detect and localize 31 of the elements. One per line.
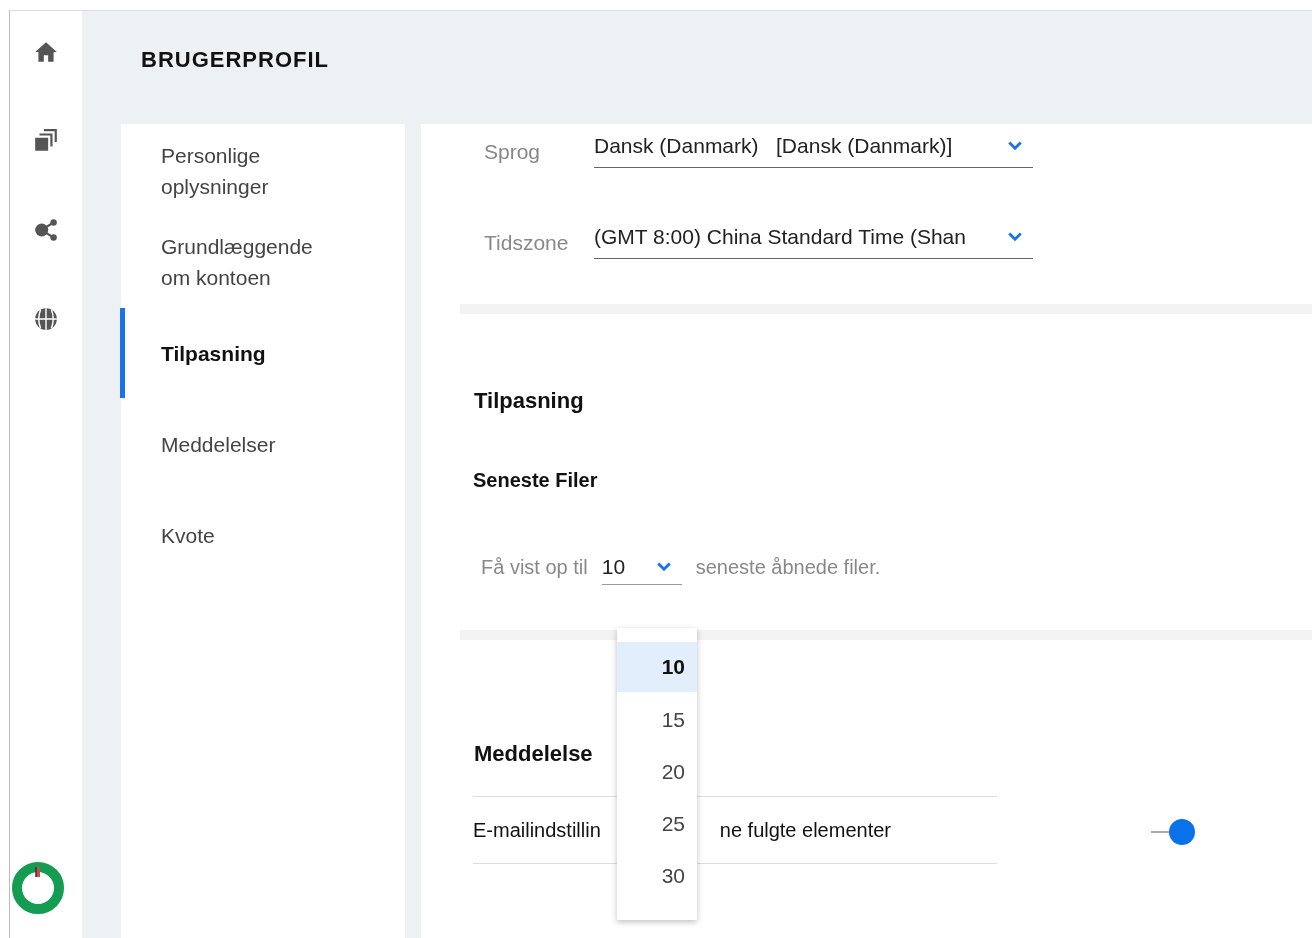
setting-label: ne fulgte elementer <box>719 818 891 842</box>
settings-nav-item[interactable]: Meddelelser <box>120 399 331 489</box>
dropdown-option[interactable]: 15 <box>617 694 697 746</box>
toggle-switch[interactable] <box>1151 819 1195 845</box>
dropdown-option[interactable]: 30 <box>617 850 697 902</box>
stacked-pages-icon[interactable] <box>33 128 59 154</box>
caret-icon <box>655 560 672 573</box>
setting-text: Få vist op til <box>481 555 588 579</box>
setting-text: seneste åbnede filer. <box>695 555 881 579</box>
dropdown-field[interactable]: Dansk (Danmark) [Dansk (Danmark)] <box>594 124 1033 168</box>
settings-nav-item[interactable]: Tilpasning <box>120 308 331 398</box>
globe-icon[interactable] <box>33 306 59 332</box>
dropdown-option[interactable]: 25 <box>617 798 697 850</box>
settings-nav-item[interactable]: Kvote <box>120 490 331 580</box>
quota-donut-icon[interactable] <box>11 861 65 915</box>
dropdown-option[interactable]: 20 <box>617 746 697 798</box>
count-dropdown[interactable]: 10 <box>601 549 682 585</box>
share-icon[interactable] <box>33 217 59 243</box>
settings-nav-item[interactable]: Grundlæggende om kontoen <box>120 217 331 307</box>
page-title: BRUGERPROFIL <box>140 46 330 74</box>
dropdown-field[interactable]: (GMT 8:00) China Standard Time (Shan <box>594 215 1033 259</box>
caret-icon <box>1007 139 1023 152</box>
subsection-title: Seneste Filer <box>473 469 598 492</box>
section-title: Meddelelse <box>474 741 593 767</box>
field-label: Sprog <box>483 140 542 165</box>
setting-label: E-mailindstillin <box>473 818 601 842</box>
caret-icon <box>1007 230 1023 243</box>
field-label: Tidszone <box>483 231 570 256</box>
section-title: Tilpasning <box>474 388 584 414</box>
settings-nav-item[interactable]: Personlige oplysninger <box>120 126 331 216</box>
dropdown-option[interactable]: 10 <box>617 642 697 692</box>
